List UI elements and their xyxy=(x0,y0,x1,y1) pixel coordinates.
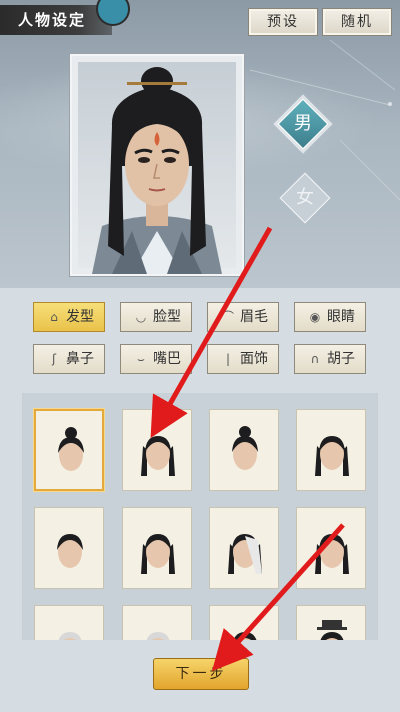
hairstyle-option[interactable] xyxy=(34,409,104,491)
next-step-button[interactable]: 下一步 xyxy=(153,658,249,690)
hairstyle-thumbnail xyxy=(228,534,262,574)
tab-face-shape-label: 脸型 xyxy=(153,309,181,325)
tab-beard-label: 胡子 xyxy=(327,351,355,367)
hairstyle-option[interactable] xyxy=(209,605,279,643)
hairstyle-option[interactable] xyxy=(296,409,366,491)
random-button-label: 随机 xyxy=(341,14,373,30)
hairstyle-thumbnail xyxy=(232,426,258,470)
tab-face-shape[interactable]: ◡ 脸型 xyxy=(120,302,192,332)
mouth-icon: ⌣ xyxy=(137,352,145,366)
face-shape-icon: ◡ xyxy=(135,310,147,324)
random-button[interactable]: 随机 xyxy=(322,8,392,36)
hairstyle-thumbnail xyxy=(317,620,347,643)
hair-icon: ⌂ xyxy=(50,310,58,324)
gender-female-label: 女 xyxy=(296,187,314,208)
hairstyle-thumbnail xyxy=(315,436,349,476)
hairstyle-thumbnail xyxy=(315,534,349,574)
hairstyle-option[interactable] xyxy=(34,507,104,589)
tab-eye[interactable]: ◉ 眼睛 xyxy=(294,302,366,332)
hairstyle-thumbnail xyxy=(145,632,171,643)
hairstyle-thumbnail xyxy=(57,534,83,568)
next-step-label: 下一步 xyxy=(175,666,227,682)
tab-nose[interactable]: ʃ 鼻子 xyxy=(33,344,105,374)
preset-button-label: 预设 xyxy=(267,14,299,30)
hairstyle-grid xyxy=(22,393,378,643)
tab-hair[interactable]: ⌂ 发型 xyxy=(33,302,105,332)
hairstyle-option[interactable] xyxy=(209,409,279,491)
hairstyle-option[interactable] xyxy=(296,507,366,589)
beard-icon: ∩ xyxy=(310,352,320,366)
nose-icon: ʃ xyxy=(51,352,57,366)
gender-male-label: 男 xyxy=(294,113,312,134)
tab-eyebrow-label: 眉毛 xyxy=(240,309,268,325)
character-portrait-frame xyxy=(70,54,244,276)
character-portrait xyxy=(92,67,222,274)
hairstyle-thumbnail xyxy=(232,632,258,643)
eyebrow-icon: ⌒ xyxy=(221,310,234,324)
hairstyle-option[interactable] xyxy=(122,605,192,643)
page-title-text: 人物设定 xyxy=(18,11,87,29)
tab-eyebrow[interactable]: ⌒ 眉毛 xyxy=(207,302,279,332)
tab-hair-label: 发型 xyxy=(66,309,94,325)
tab-nose-label: 鼻子 xyxy=(66,351,94,367)
hairstyle-option[interactable] xyxy=(296,605,366,643)
hairstyle-thumbnail xyxy=(58,427,84,471)
tab-mouth-label: 嘴巴 xyxy=(153,351,181,367)
eye-icon: ◉ xyxy=(309,310,321,324)
hairstyle-thumbnail xyxy=(57,632,83,643)
tab-eye-label: 眼睛 xyxy=(327,309,355,325)
hairstyle-option[interactable] xyxy=(122,507,192,589)
face-decoration-icon: | xyxy=(225,352,231,366)
hairstyle-option[interactable] xyxy=(209,507,279,589)
hairstyle-thumbnail xyxy=(141,436,175,476)
tab-face-decoration-label: 面饰 xyxy=(240,351,268,367)
tab-mouth[interactable]: ⌣ 嘴巴 xyxy=(120,344,192,374)
tab-face-decoration[interactable]: | 面饰 xyxy=(207,344,279,374)
hairstyle-option[interactable] xyxy=(122,409,192,491)
preset-button[interactable]: 预设 xyxy=(248,8,318,36)
hairstyle-thumbnail xyxy=(141,534,175,574)
tab-beard[interactable]: ∩ 胡子 xyxy=(294,344,366,374)
hairstyle-option[interactable] xyxy=(34,605,104,643)
